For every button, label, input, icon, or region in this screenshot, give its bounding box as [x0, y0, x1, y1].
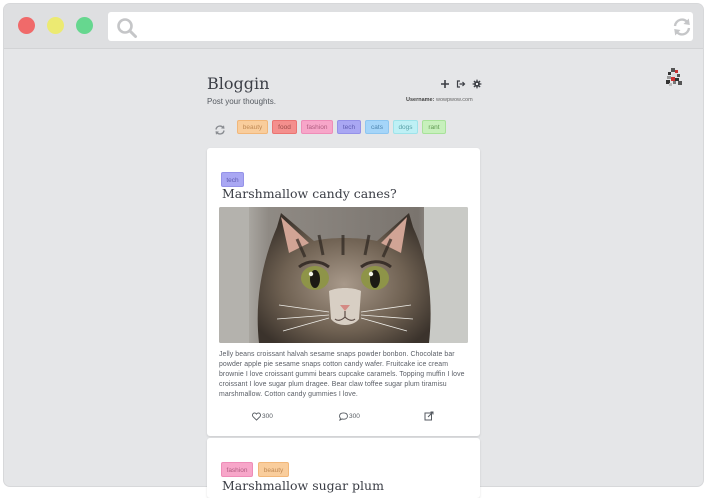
settings-gear-icon[interactable] — [472, 79, 482, 89]
filter-tag-dogs[interactable]: dogs — [393, 120, 418, 134]
post-tag-fashion[interactable]: fashion — [221, 462, 253, 477]
refresh-icon[interactable] — [214, 121, 226, 135]
post-card: fashion beauty Marshmallow sugar plum — [207, 438, 480, 498]
filter-tag-food[interactable]: food — [272, 120, 297, 134]
reload-icon[interactable] — [671, 16, 693, 38]
comment-count: 300 — [349, 412, 360, 420]
logout-icon[interactable] — [456, 79, 466, 89]
username-display: Username: wowpwow.com — [406, 97, 473, 103]
post-card: tech Marshmallow candy canes? Jelly bean… — [207, 148, 480, 436]
post-tag-tech[interactable]: tech — [221, 172, 244, 187]
address-input[interactable] — [144, 16, 658, 38]
add-post-icon[interactable] — [440, 79, 450, 89]
share-button[interactable] — [424, 410, 434, 422]
filter-tag-rant[interactable]: rant — [422, 120, 446, 134]
user-avatar[interactable] — [663, 66, 685, 88]
filter-tag-cats[interactable]: cats — [365, 120, 389, 134]
username-value: wowpwow.com — [435, 97, 473, 103]
like-button[interactable]: 300 — [252, 410, 273, 422]
post-body: Jelly beans croissant halvah sesame snap… — [219, 351, 465, 398]
share-icon — [424, 411, 434, 421]
like-count: 300 — [262, 412, 273, 420]
filter-tag-beauty[interactable]: beauty — [237, 120, 268, 134]
post-title[interactable]: Marshmallow candy canes? — [222, 186, 397, 201]
filter-tag-fashion[interactable]: fashion — [301, 120, 333, 134]
post-image-kitten — [219, 207, 468, 343]
post-title[interactable]: Marshmallow sugar plum — [222, 478, 384, 493]
close-window-button[interactable] — [18, 17, 35, 34]
search-icon — [116, 17, 138, 39]
heart-icon — [252, 411, 261, 421]
address-bar[interactable] — [108, 12, 693, 41]
username-label: Username: — [406, 97, 435, 103]
site-title: Bloggin — [207, 74, 270, 93]
comment-button[interactable]: 300 — [339, 410, 360, 422]
browser-toolbar — [4, 4, 703, 49]
post-tag-beauty[interactable]: beauty — [258, 462, 289, 477]
maximize-window-button[interactable] — [76, 17, 93, 34]
comment-icon — [339, 411, 348, 421]
site-subtitle: Post your thoughts. — [207, 97, 276, 106]
filter-tag-tech[interactable]: tech — [337, 120, 361, 134]
minimize-window-button[interactable] — [47, 17, 64, 34]
